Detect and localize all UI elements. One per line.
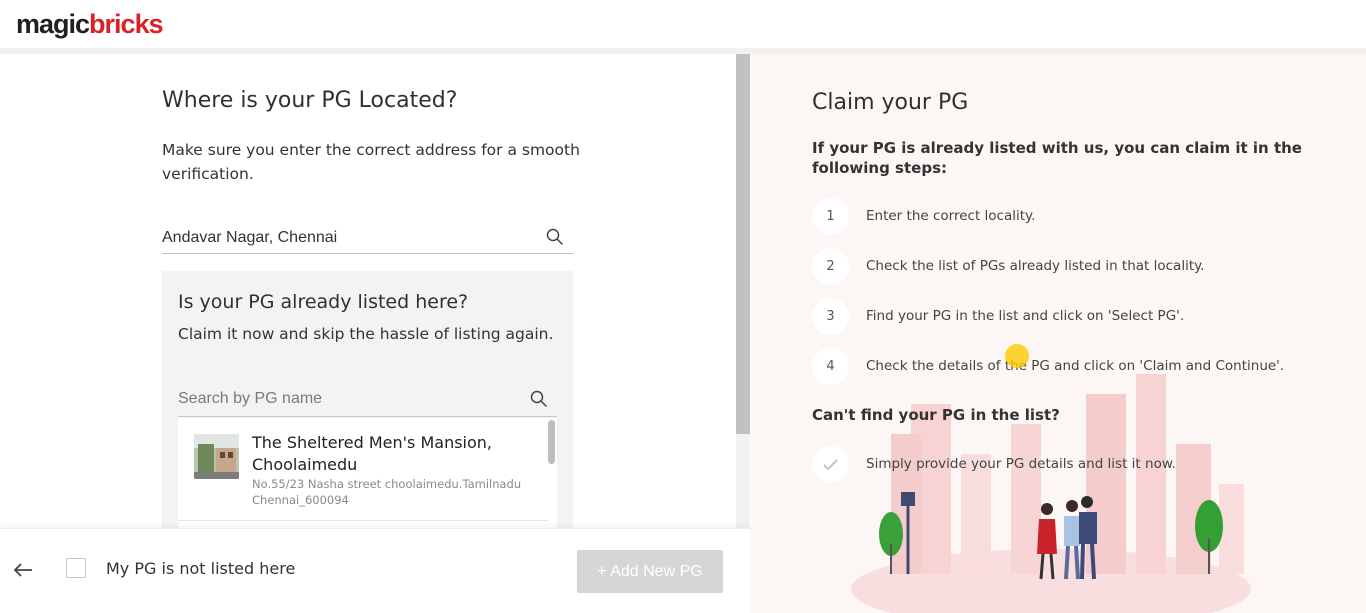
claim-title: Claim your PG bbox=[812, 90, 969, 115]
not-listed-label[interactable]: My PG is not listed here bbox=[106, 559, 295, 578]
list-scrollbar[interactable] bbox=[548, 420, 555, 464]
page-subtitle: Make sure you enter the correct address … bbox=[162, 141, 580, 183]
search-icon[interactable] bbox=[530, 390, 548, 408]
footer-bar: My PG is not listed here + Add New PG bbox=[0, 528, 751, 613]
pg-results-list[interactable]: The Sheltered Men's Mansion, Choolaimedu… bbox=[178, 418, 557, 528]
list-item[interactable]: The Sheltered Men's Mansion, Choolaimedu… bbox=[178, 418, 548, 521]
step-text: Enter the correct locality. bbox=[866, 208, 1036, 224]
claim-info-panel: Claim your PG If your PG is already list… bbox=[751, 54, 1366, 613]
pg-thumbnail bbox=[194, 434, 239, 479]
panel-scrollbar-thumb[interactable] bbox=[736, 54, 750, 434]
cant-find-title: Can't find your PG in the list? bbox=[812, 406, 1060, 424]
check-icon bbox=[812, 446, 849, 483]
arrow-left-icon[interactable] bbox=[12, 559, 34, 581]
step-number: 2 bbox=[812, 248, 849, 285]
header: magicbricks bbox=[0, 0, 1366, 48]
pg-name: The Sheltered Men's Mansion, Choolaimedu bbox=[252, 433, 493, 474]
location-panel: Where is your PG Located? Make sure you … bbox=[0, 54, 736, 528]
step-3: 3 Find your PG in the list and click on … bbox=[812, 298, 1352, 336]
step-2: 2 Check the list of PGs already listed i… bbox=[812, 248, 1352, 286]
not-listed-checkbox[interactable] bbox=[66, 558, 86, 578]
step-text: Check the list of PGs already listed in … bbox=[866, 258, 1205, 274]
step-1: 1 Enter the correct locality. bbox=[812, 198, 1352, 236]
logo-part-bricks: bricks bbox=[89, 9, 164, 39]
card-title: Is your PG already listed here? bbox=[178, 291, 469, 313]
step-4: 4 Check the details of the PG and click … bbox=[812, 348, 1352, 386]
logo-part-magic: magic bbox=[16, 9, 90, 39]
step-text: Find your PG in the list and click on 'S… bbox=[866, 308, 1185, 324]
magicbricks-logo[interactable]: magicbricks bbox=[16, 9, 164, 40]
pg-name-search-input[interactable] bbox=[178, 381, 557, 417]
step-number: 4 bbox=[812, 348, 849, 385]
step-text: Simply provide your PG details and list … bbox=[866, 456, 1176, 472]
add-new-pg-button[interactable]: + Add New PG bbox=[577, 550, 723, 593]
step-text: Check the details of the PG and click on… bbox=[866, 358, 1285, 374]
claim-listed-card: Is your PG already listed here? Claim it… bbox=[162, 271, 573, 528]
search-icon[interactable] bbox=[546, 228, 564, 246]
step-number: 3 bbox=[812, 298, 849, 335]
cant-find-step: Simply provide your PG details and list … bbox=[812, 446, 1352, 484]
claim-subtitle: If your PG is already listed with us, yo… bbox=[812, 139, 1302, 177]
cursor-highlight bbox=[1005, 344, 1029, 368]
pg-address: No.55/23 Nasha street choolaimedu.Tamiln… bbox=[252, 477, 522, 507]
locality-input[interactable] bbox=[162, 222, 573, 254]
step-number: 1 bbox=[812, 198, 849, 235]
page-title: Where is your PG Located? bbox=[162, 88, 458, 113]
card-subtitle: Claim it now and skip the hassle of list… bbox=[178, 325, 554, 343]
